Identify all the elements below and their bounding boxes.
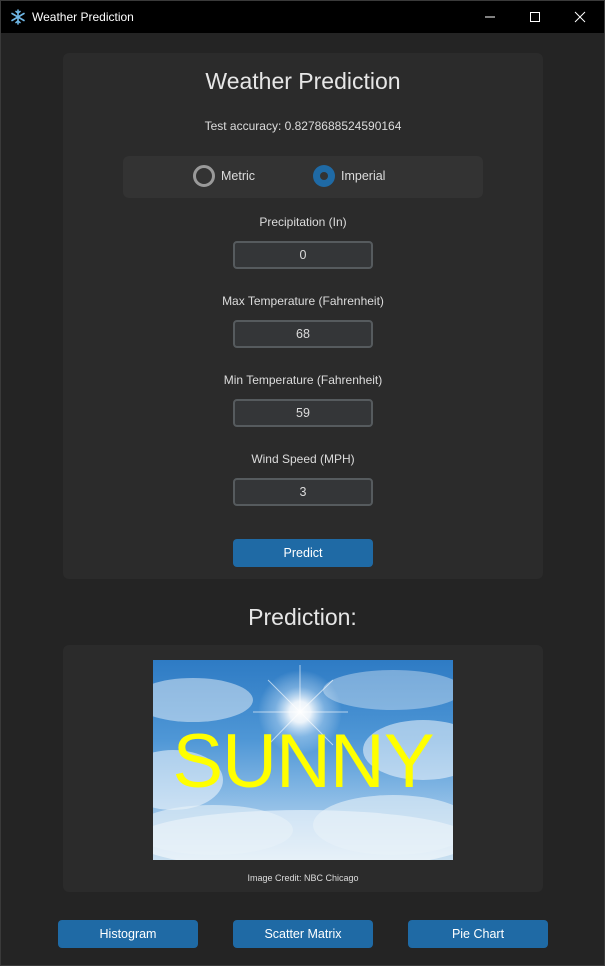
scatter-matrix-button[interactable]: Scatter Matrix	[233, 920, 373, 948]
close-icon	[574, 11, 585, 23]
image-credit: Image Credit: NBC Chicago	[247, 873, 359, 883]
radio-unchecked-icon	[193, 165, 215, 187]
precipitation-label: Precipitation (In)	[259, 215, 347, 229]
max-temp-input[interactable]	[233, 320, 373, 348]
pie-chart-button[interactable]: Pie Chart	[408, 920, 548, 948]
radio-imperial[interactable]: Imperial	[313, 165, 385, 187]
close-button[interactable]	[557, 1, 602, 33]
app-heading: Weather Prediction	[205, 68, 401, 94]
max-temp-label: Max Temperature (Fahrenheit)	[222, 294, 384, 308]
title-bar[interactable]: Weather Prediction	[1, 1, 604, 33]
radio-imperial-label: Imperial	[341, 169, 386, 183]
predict-button[interactable]: Predict	[233, 539, 373, 567]
wind-speed-input[interactable]	[233, 478, 373, 506]
minimize-button[interactable]	[467, 1, 512, 33]
radio-metric-label: Metric	[221, 169, 256, 183]
unit-selector: Metric Imperial	[123, 156, 483, 198]
wind-speed-label: Wind Speed (MPH)	[251, 452, 355, 466]
maximize-button[interactable]	[512, 1, 557, 33]
minimize-icon	[484, 16, 495, 18]
prediction-result: SUNNY	[172, 719, 434, 804]
prediction-panel: SUNNY Image Credit: NBC Chicago	[63, 645, 543, 892]
prediction-heading: Prediction:	[248, 604, 357, 630]
window-title: Weather Prediction	[32, 10, 134, 24]
snowflake-icon	[11, 9, 25, 25]
min-temp-label: Min Temperature (Fahrenheit)	[223, 373, 383, 387]
input-panel: Weather Prediction Test accuracy: 0.8278…	[63, 53, 543, 579]
accuracy-label: Test accuracy: 0.8278688524590164	[204, 119, 402, 133]
weather-image: SUNNY	[153, 660, 453, 860]
radio-metric[interactable]: Metric	[193, 165, 255, 187]
min-temp-input[interactable]	[233, 399, 373, 427]
histogram-button[interactable]: Histogram	[58, 920, 198, 948]
app-window: Weather Prediction Weather Prediction Te…	[0, 0, 605, 966]
maximize-icon	[529, 12, 540, 22]
precipitation-input[interactable]	[233, 241, 373, 269]
radio-checked-icon	[313, 165, 335, 187]
